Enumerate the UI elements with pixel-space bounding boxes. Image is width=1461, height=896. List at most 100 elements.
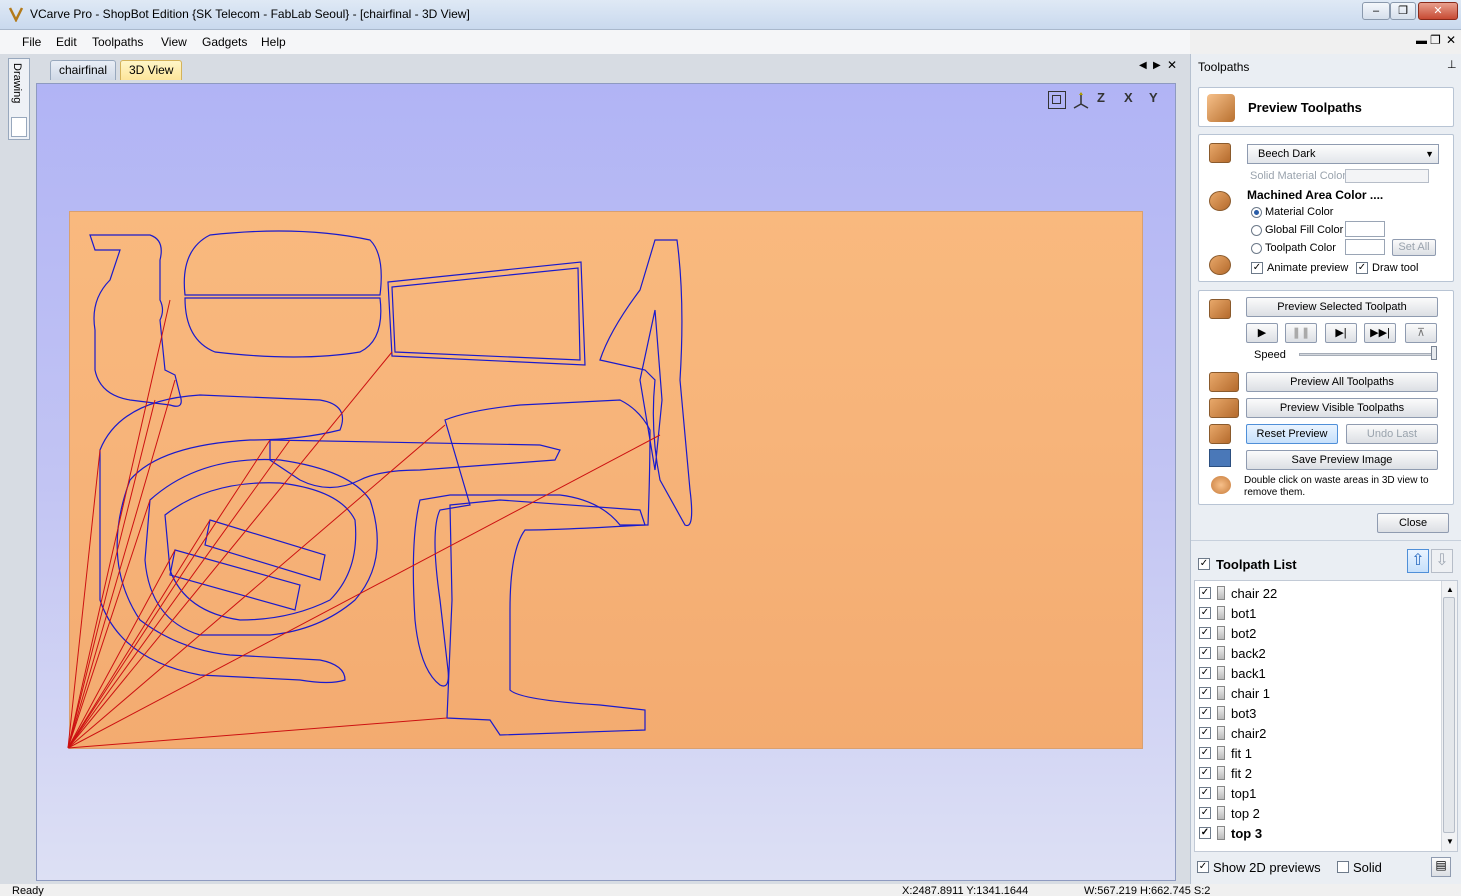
reset-preview-button[interactable]: Reset Preview <box>1246 424 1338 444</box>
toolpath-checkbox[interactable]: ✓ <box>1199 667 1211 679</box>
toolpath-row[interactable]: ✓ chair 22 <box>1199 583 1439 603</box>
part-long-brace <box>269 439 561 489</box>
toolpath-tool-icon <box>1217 726 1225 740</box>
animate-preview-checkbox[interactable]: ✓ <box>1251 262 1263 274</box>
toolpath-list: ✓ chair 22 ✓ bot1 ✓ bot2 ✓ back2 ✓ back1 ✓ chair 1 ✓… <box>1194 580 1458 852</box>
toolpath-tool-icon <box>1217 826 1225 840</box>
toolpath-row[interactable]: ✓ back1 <box>1199 663 1439 683</box>
toolpath-checkbox[interactable]: ✓ <box>1199 787 1211 799</box>
list-scrollbar[interactable]: ▲ ▼ <box>1441 581 1457 851</box>
material-select[interactable]: Beech Dark ▼ <box>1247 144 1439 164</box>
pause-button[interactable]: ❚❚ <box>1285 323 1317 343</box>
toolpath-checkbox[interactable]: ✓ <box>1199 647 1211 659</box>
toolpath-tool-icon <box>1217 786 1225 800</box>
skip-end-button[interactable]: ▶▶| <box>1364 323 1396 343</box>
show-2d-checkbox[interactable]: ✓ <box>1197 861 1209 873</box>
preview-all-button[interactable]: Preview All Toolpaths <box>1246 372 1438 392</box>
toolpath-checkbox[interactable]: ✓ <box>1199 827 1211 839</box>
mdi-minimize-icon[interactable]: ▬ <box>1416 35 1427 47</box>
toolpath-row[interactable]: ✓ fit 2 <box>1199 763 1439 783</box>
toolpath-vectors <box>67 230 693 749</box>
toolpath-row[interactable]: ✓ bot2 <box>1199 623 1439 643</box>
toolpath-checkbox[interactable]: ✓ <box>1199 607 1211 619</box>
material-group: Beech Dark ▼ Solid Material Color Machin… <box>1198 134 1454 282</box>
status-coords: X:2487.8911 Y:1341.1644 <box>902 885 1029 896</box>
toolpath-name: bot3 <box>1231 705 1257 721</box>
toolpath-checkbox[interactable]: ✓ <box>1199 627 1211 639</box>
toolpath-row[interactable]: ✓ top 3 <box>1199 823 1439 843</box>
global-fill-picker[interactable] <box>1345 221 1385 237</box>
preview-visible-icon <box>1209 398 1239 418</box>
solid-color-picker[interactable] <box>1345 169 1429 183</box>
show-2d-label: Show 2D previews <box>1213 860 1321 875</box>
toolpath-row[interactable]: ✓ top 2 <box>1199 803 1439 823</box>
scroll-up-icon[interactable]: ▲ <box>1446 585 1454 594</box>
preview-selected-button[interactable]: Preview Selected Toolpath <box>1246 297 1438 317</box>
solid-checkbox[interactable] <box>1337 861 1349 873</box>
close-window-button[interactable]: ✕ <box>1418 2 1458 20</box>
step-button[interactable]: ▶| <box>1325 323 1357 343</box>
panel-header: Toolpaths <box>1198 60 1250 74</box>
preview-selected-icon <box>1209 299 1231 319</box>
radio-global-fill[interactable] <box>1251 225 1262 236</box>
toolpath-row[interactable]: ✓ top1 <box>1199 783 1439 803</box>
toolpath-tool-icon <box>1217 646 1225 660</box>
toolpath-row[interactable]: ✓ bot3 <box>1199 703 1439 723</box>
toolpath-checkbox[interactable]: ✓ <box>1199 687 1211 699</box>
save-preview-image-button[interactable]: Save Preview Image <box>1246 450 1438 470</box>
move-up-icon[interactable]: ⇧ <box>1407 549 1429 573</box>
toolpath-row[interactable]: ✓ chair2 <box>1199 723 1439 743</box>
toolpath-name: chair2 <box>1231 725 1267 741</box>
toolpath-list-title: Toolpath List <box>1216 557 1297 572</box>
part-seat-oval <box>183 230 382 296</box>
minimize-button[interactable]: – <box>1362 2 1390 20</box>
toolpath-row[interactable]: ✓ fit 1 <box>1199 743 1439 763</box>
toolpath-checkbox[interactable]: ✓ <box>1199 747 1211 759</box>
speed-slider-handle[interactable] <box>1431 346 1437 360</box>
scroll-down-icon[interactable]: ▼ <box>1446 837 1454 846</box>
scroll-thumb[interactable] <box>1443 597 1455 833</box>
toolpath-row[interactable]: ✓ back2 <box>1199 643 1439 663</box>
toolpath-list-checkbox[interactable]: ✓ <box>1198 558 1210 570</box>
close-panel-button[interactable]: Close <box>1377 513 1449 533</box>
draw-tool-checkbox[interactable]: ✓ <box>1356 262 1368 274</box>
radio-toolpath-color[interactable] <box>1251 243 1262 254</box>
pin-icon[interactable]: ⊥ <box>1447 58 1457 71</box>
toolpath-row[interactable]: ✓ bot1 <box>1199 603 1439 623</box>
preview-visible-button[interactable]: Preview Visible Toolpaths <box>1246 398 1438 418</box>
undo-last-button[interactable]: Undo Last <box>1346 424 1438 444</box>
solid-material-color-label: Solid Material Color <box>1250 170 1346 182</box>
toolpath-checkbox[interactable]: ✓ <box>1199 807 1211 819</box>
toolpath-checkbox[interactable]: ✓ <box>1199 727 1211 739</box>
toolpath-name: chair 22 <box>1231 585 1278 601</box>
toolpath-name: back2 <box>1231 645 1266 661</box>
toolpath-name: top 3 <box>1231 825 1263 841</box>
speed-slider[interactable] <box>1299 353 1435 356</box>
radio-material-color[interactable] <box>1251 207 1262 218</box>
part-slat-1 <box>204 519 326 581</box>
toolpath-color-picker[interactable] <box>1345 239 1385 255</box>
preview-header-group: Preview Toolpaths <box>1198 87 1454 127</box>
toolpaths-panel: Toolpaths ⊥ Preview Toolpaths Beech Dark… <box>1190 54 1461 884</box>
material-select-value: Beech Dark <box>1258 148 1316 160</box>
mdi-restore-icon[interactable]: ❐ <box>1430 33 1441 47</box>
material-swatch-icon <box>1209 143 1231 163</box>
top-button[interactable]: ⊼ <box>1405 323 1437 343</box>
move-down-icon[interactable]: ⇩ <box>1431 549 1453 573</box>
toolpath-checkbox[interactable]: ✓ <box>1199 587 1211 599</box>
maximize-button[interactable]: ❐ <box>1390 2 1416 20</box>
toolpath-tool-icon <box>1217 626 1225 640</box>
animate-icon <box>1209 255 1231 275</box>
solid-label: Solid <box>1353 860 1382 875</box>
machined-area-label: Machined Area Color .... <box>1247 188 1384 202</box>
set-all-button[interactable]: Set All <box>1392 239 1436 256</box>
toolpath-checkbox[interactable]: ✓ <box>1199 707 1211 719</box>
toolpath-row[interactable]: ✓ chair 1 <box>1199 683 1439 703</box>
list-options-icon[interactable]: ▤ <box>1431 857 1451 877</box>
mdi-close-icon[interactable]: ✕ <box>1446 33 1456 47</box>
play-button[interactable]: ▶ <box>1246 323 1278 343</box>
toolpath-checkbox[interactable]: ✓ <box>1199 767 1211 779</box>
toolpath-name: bot1 <box>1231 605 1257 621</box>
toolpath-name: fit 1 <box>1231 745 1252 761</box>
toolpath-name: top1 <box>1231 785 1257 801</box>
